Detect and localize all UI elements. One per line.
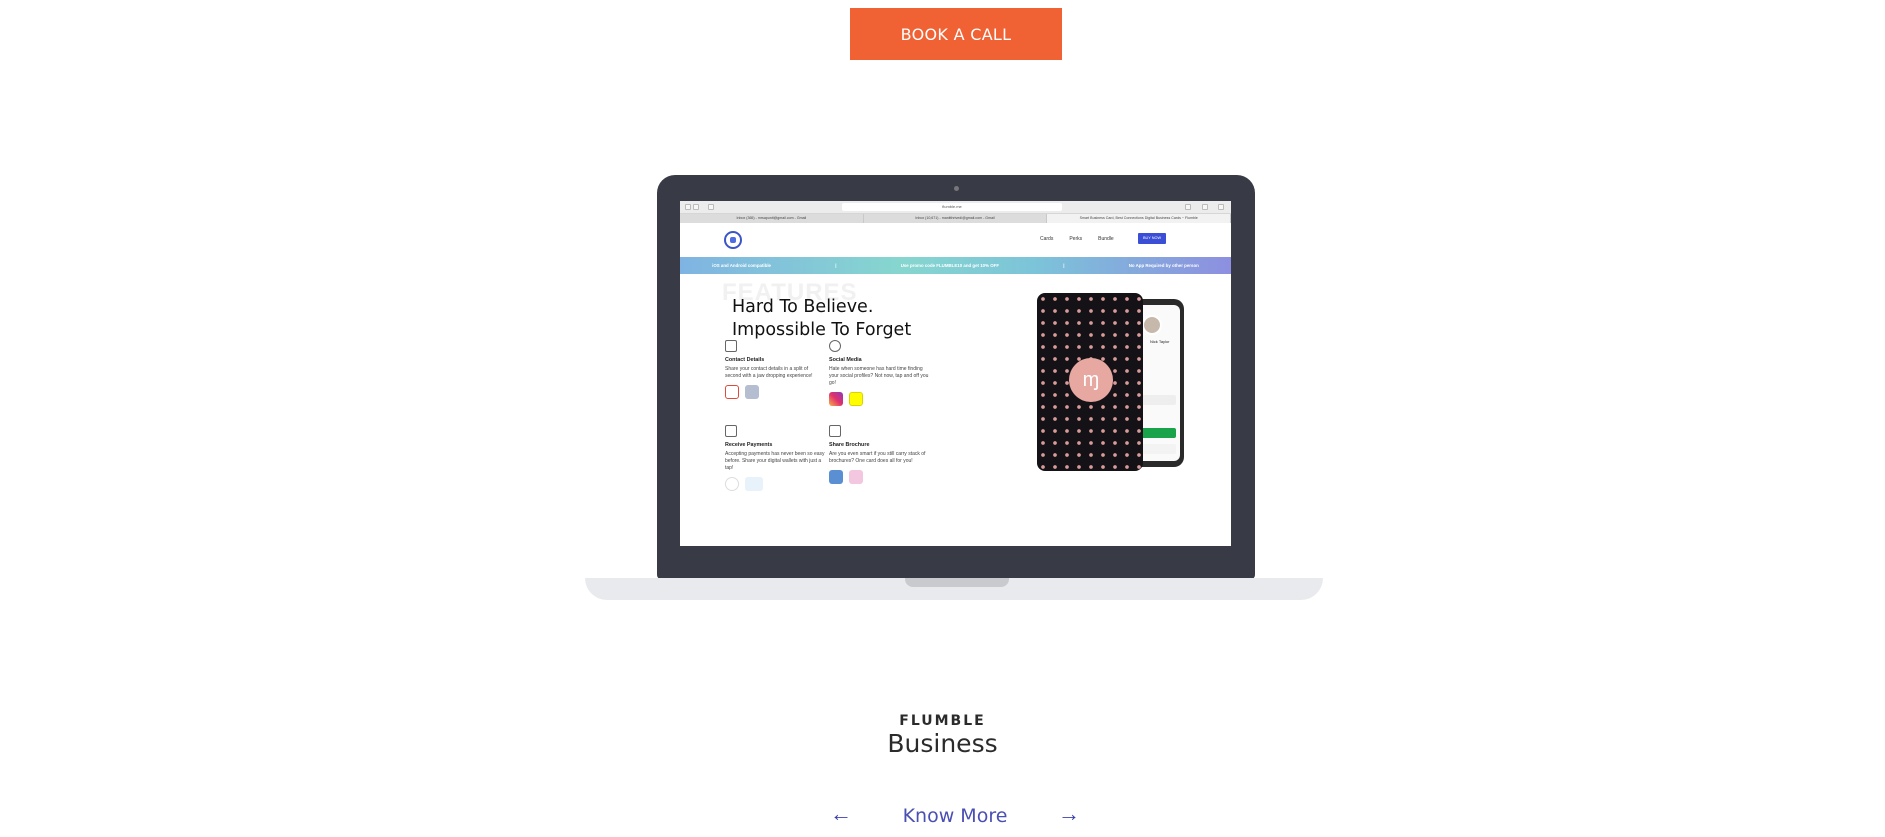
feature-title: Contact Details (725, 357, 765, 363)
nav-link-perks: Perks (1069, 236, 1083, 242)
brochure-pink-icon (849, 470, 863, 484)
forward-icon (693, 204, 699, 210)
profile-avatar (1142, 315, 1162, 335)
instagram-icon (829, 392, 843, 406)
flumble-card-logo-icon: ɱ (1069, 358, 1113, 402)
site-nav-links: Cards Perks Bundle (1040, 236, 1114, 242)
feature-title: Receive Payments (725, 442, 773, 448)
share-nodes-icon (829, 340, 841, 352)
promo-text: iOS and Android compatible (712, 263, 771, 268)
buy-now-button: BUY NOW (1138, 233, 1166, 244)
laptop-notch (905, 578, 1009, 587)
share-icon (1202, 204, 1208, 210)
arrow-left-icon[interactable]: ← (830, 801, 852, 827)
wallet-icon (725, 425, 737, 437)
promo-divider: | (835, 263, 837, 268)
browser-tab-active: Smart Business Card, Best Connections Di… (1047, 214, 1231, 223)
download-icon (1185, 204, 1191, 210)
product-name: Business (887, 729, 998, 758)
back-icon (685, 204, 691, 210)
contact-card-icon (725, 340, 737, 352)
headline-line: Impossible To Forget (732, 320, 912, 340)
browser-tab: Inbox (365) - mrsapunit@gmail.com - Gmai… (680, 214, 864, 223)
promo-text: Use promo code FLUMBLE10 and get 10% OFF (900, 263, 1000, 268)
promo-divider: | (1063, 263, 1065, 268)
gmail-icon (725, 385, 739, 399)
contacts-icon (745, 385, 759, 399)
arrow-right-icon[interactable]: → (1058, 801, 1080, 827)
google-pay-icon (725, 477, 739, 491)
know-more-link[interactable]: Know More (870, 805, 1040, 827)
feature-desc: Hate when someone has hard time finding … (829, 366, 929, 386)
nav-link-cards: Cards (1040, 236, 1054, 242)
product-brand: FLUMBLE (899, 713, 986, 729)
promo-text: No App Required by other person (1128, 263, 1199, 268)
promo-bar: iOS and Android compatible | Use promo c… (680, 257, 1231, 274)
feature-social-media: Social Media Hate when someone has hard … (829, 340, 929, 406)
paytm-icon (745, 477, 763, 491)
laptop-camera (954, 186, 959, 191)
snapchat-icon (849, 392, 863, 406)
book-a-call-button[interactable]: BOOK A CALL (850, 8, 1062, 60)
address-bar: flumble.me (842, 203, 1062, 211)
browser-tab: Inbox (10,671) - manitthrivedi@gmail.com… (864, 214, 1048, 223)
browser-tabs: Inbox (365) - mrsapunit@gmail.com - Gmai… (680, 214, 1231, 223)
feature-title: Social Media (829, 357, 862, 363)
page: BOOK A CALL flumble.me Inbox (365) - mrs… (0, 0, 1885, 837)
site-headline: Hard To Believe. Impossible To Forget (732, 296, 911, 342)
sidebar-icon (708, 204, 714, 210)
feature-desc: Are you even smart if you still carry st… (829, 451, 926, 464)
flumble-logo-icon (724, 231, 742, 249)
feature-receive-payments: Receive Payments Accepting payments has … (725, 425, 825, 491)
nav-link-bundle: Bundle (1098, 236, 1114, 242)
map-icon (829, 425, 841, 437)
laptop-screen: flumble.me Inbox (365) - mrsapunit@gmail… (680, 201, 1231, 546)
feature-title: Share Brochure (829, 442, 870, 448)
phone-profile-name: Nick Taylor (1150, 339, 1170, 344)
tabs-icon (1218, 204, 1224, 210)
slider-nav: ← Know More → (830, 799, 1080, 833)
browser-toolbar: flumble.me (680, 201, 1231, 214)
feature-desc: Share your contact details in a split of… (725, 366, 813, 379)
feature-share-brochure: Share Brochure Are you even smart if you… (829, 425, 929, 484)
brochure-blue-icon (829, 470, 843, 484)
feature-contact-details: Contact Details Share your contact detai… (725, 340, 825, 399)
feature-desc: Accepting payments has never been so eas… (725, 451, 825, 471)
headline-line: Hard To Believe. (732, 297, 874, 317)
site-nav: Cards Perks Bundle BUY NOW (680, 223, 1231, 257)
